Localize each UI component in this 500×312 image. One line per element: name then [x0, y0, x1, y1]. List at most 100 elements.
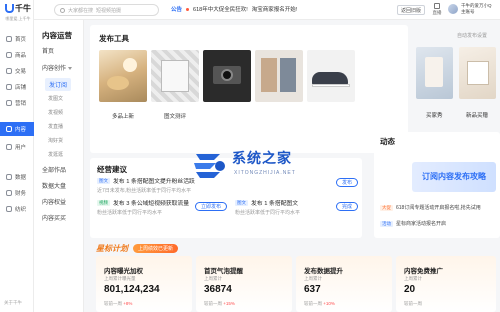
sidebar-item-live[interactable]: 发直播 — [48, 123, 63, 130]
publish-now-button[interactable]: 立即发布 — [195, 202, 228, 211]
rail-item-finance[interactable]: 财务 — [0, 186, 34, 200]
sidebar-title: 内容运营 — [42, 31, 72, 40]
plan-update-badge[interactable]: 上周绩效已更新 — [133, 244, 179, 253]
suggestion-desc: 近7日未发布,粉丝活跃率低于同行平均水平 — [97, 188, 192, 194]
publish-tile-clothes[interactable] — [255, 50, 303, 120]
home-icon — [6, 36, 12, 42]
stat-card[interactable]: 内容免费推广 上周累计 20 较前一周 — [396, 256, 496, 312]
sidebar-item-all-works[interactable]: 全部作品 — [42, 165, 66, 174]
publish-tools-card: 发布工具 多品上新 图文测评 — [90, 25, 408, 153]
sidebar-item-dashboard[interactable]: 数据大盘 — [42, 181, 66, 190]
rail-item-content[interactable]: 内容 — [0, 122, 34, 136]
stat-delta: +15% — [223, 301, 235, 306]
stat-value: 20 — [404, 284, 416, 295]
app-logo[interactable]: 千牛 哪里爱,上千牛 — [3, 3, 33, 22]
textile-icon — [6, 206, 12, 212]
dynamic-tag: 大促 — [380, 205, 393, 211]
primary-nav-rail: 千牛 哪里爱,上千牛 首页 商品 交易 店铺 营销 内容 用户 数据 财务 纺织… — [0, 0, 34, 312]
rail-footer[interactable]: 关于千牛 — [4, 300, 22, 306]
clothes-thumbnail — [255, 50, 303, 102]
announce-text-2: 淘宝商家报名开始! — [251, 7, 298, 13]
stat-subtitle: 上周累计曝光量 — [104, 276, 136, 281]
publish-tile-multi-new[interactable]: 多品上新 — [99, 50, 147, 120]
suggestion-row: 图文 发布 1 条搭配图文提升粉丝活跃 近7日未发布,粉丝活跃率低于同行平均水平 — [97, 176, 357, 194]
plan-title: 星标计划 — [96, 244, 128, 253]
stat-title: 内容免费推广 — [404, 268, 443, 275]
return-old-version-button[interactable]: 返回旧版 — [397, 5, 425, 15]
sidebar-item-image-text[interactable]: 发图文 — [48, 95, 63, 102]
rail-item-users[interactable]: 用户 — [0, 140, 34, 154]
publish-tile-shoes[interactable] — [307, 50, 355, 120]
complete-button[interactable]: 完成 — [336, 202, 359, 211]
sidebar-item-subscribe[interactable]: 发订阅 — [45, 78, 72, 91]
user-name: 千牛的爱万小Q — [461, 3, 492, 8]
stat-subtitle: 上周累计 — [304, 276, 322, 281]
dynamic-text: 618订阅专题活动开启报名啦,抢先试用 — [396, 205, 481, 211]
stat-delta: +10% — [323, 301, 335, 306]
stat-title: 内容曝光加权 — [104, 268, 143, 275]
sidebar-item-stroll[interactable]: 发逛逛 — [48, 151, 63, 158]
rail-item-home[interactable]: 首页 — [0, 32, 34, 46]
rail-item-textile[interactable]: 纺织 — [0, 202, 34, 216]
user-profile[interactable]: 千牛的爱万小Q 主账号 — [448, 3, 492, 15]
publish-action-button[interactable]: 发布 — [336, 178, 359, 187]
sidebar-item-good-goods[interactable]: 淘好货 — [48, 137, 63, 144]
promo-banner[interactable]: 订阅内容发布攻略 — [412, 162, 496, 192]
shoes-thumbnail — [307, 50, 355, 102]
stat-delta: +8% — [123, 301, 133, 306]
rail-item-data[interactable]: 数据 — [0, 170, 34, 184]
rail-item-shop[interactable]: 店铺 — [0, 80, 34, 94]
logo-text: 千牛 — [15, 4, 31, 13]
users-icon — [6, 144, 12, 150]
rail-item-marketing[interactable]: 营销 — [0, 96, 34, 110]
live-icon — [434, 3, 440, 9]
dynamic-item[interactable]: 活动 星标商家活动报名开启 — [380, 220, 446, 227]
dynamic-title: 动态 — [380, 137, 395, 146]
promo-banner-text: 订阅内容发布攻略 — [422, 172, 486, 181]
stat-value: 637 — [304, 284, 321, 295]
suggest-title: 经营建议 — [97, 165, 127, 174]
search-placeholder: 大家都在搜 — [68, 7, 94, 14]
live-button[interactable]: 直播 — [430, 3, 444, 16]
stat-card[interactable]: 内容曝光加权 上周累计曝光量 801,124,234 较前一周 +8% — [96, 256, 192, 312]
rail-item-trade[interactable]: 交易 — [0, 64, 34, 78]
avatar — [448, 4, 458, 14]
trade-icon — [6, 68, 12, 74]
stat-subtitle: 上周累计 — [204, 276, 222, 281]
sidebar-group-create[interactable]: 内容创作 — [42, 63, 73, 72]
stat-subtitle: 上周累计 — [404, 276, 422, 281]
sidebar-item-home[interactable]: 首页 — [42, 46, 54, 55]
rail-item-products[interactable]: 商品 — [0, 48, 34, 62]
food-thumbnail — [99, 50, 147, 102]
data-icon — [6, 174, 12, 180]
new-gift-thumbnail[interactable] — [459, 47, 496, 99]
buyer-show-thumbnail[interactable] — [416, 47, 453, 99]
camera-thumbnail — [203, 50, 251, 102]
stat-title: 首页气泡提醒 — [204, 268, 243, 275]
publish-title: 发布工具 — [99, 34, 129, 43]
app-slogan: 哪里爱,上千牛 — [5, 16, 31, 21]
dynamic-tag: 活动 — [380, 221, 393, 227]
stat-card[interactable]: 首页气泡提醒 上周累计 36874 较前一周 +15% — [196, 256, 292, 312]
chevron-down-icon — [68, 66, 73, 70]
sidebar-item-video[interactable]: 发视频 — [48, 109, 63, 116]
logo-icon — [5, 4, 14, 13]
user-role: 主账号 — [461, 9, 475, 14]
publish-tile-camera[interactable] — [203, 50, 251, 120]
stat-card[interactable]: 发布数据提升 上周累计 637 较前一周 +10% — [296, 256, 392, 312]
publish-tile-review[interactable]: 图文测评 — [151, 50, 199, 120]
sidebar-item-rights[interactable]: 内容权益 — [42, 197, 66, 206]
type-badge: 图文 — [97, 178, 110, 184]
search-input[interactable]: 大家都在搜 短视频拍摄 — [54, 4, 159, 16]
type-badge: 图文 — [235, 200, 248, 206]
auto-publish-settings-link[interactable]: 自动发布设置 — [457, 32, 487, 39]
announcement-bar[interactable]: 公告 618年中大促全民狂欢! 淘宝商家报名开始! — [171, 5, 297, 13]
dynamic-item[interactable]: 大促 618订阅专题活动开启报名啦,抢先试用 — [380, 204, 481, 211]
type-badge: 视频 — [97, 200, 110, 206]
suggestion-title: 发布 1 条搭配图文提升粉丝活跃 — [113, 179, 195, 185]
tile-label: 图文测评 — [163, 114, 186, 120]
stat-value: 801,124,234 — [104, 284, 160, 295]
tile-label: 多品上新 — [111, 114, 134, 120]
marketing-icon — [6, 100, 12, 106]
sidebar-item-content-buy[interactable]: 内容买买 — [42, 213, 66, 222]
